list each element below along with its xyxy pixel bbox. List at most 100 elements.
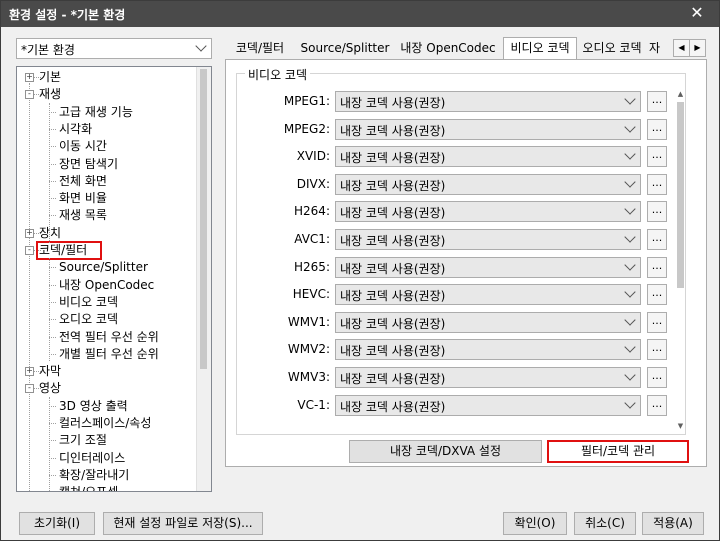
tab-item[interactable]: 비디오 코덱 xyxy=(503,37,577,61)
profile-select[interactable]: *기본 환경 xyxy=(16,38,212,59)
codec-select[interactable]: 내장 코덱 사용(권장) xyxy=(335,284,641,306)
tree-item[interactable]: 비디오 코덱 xyxy=(59,294,118,310)
codec-select-value: 내장 코덱 사용(권장) xyxy=(340,316,446,331)
tab-item[interactable]: 코덱/필터 xyxy=(225,38,295,59)
tree-item[interactable]: 확장/잘라내기 xyxy=(59,467,129,483)
chevron-down-icon xyxy=(624,120,636,133)
tree-item[interactable]: 영상 xyxy=(39,380,61,396)
cancel-button[interactable]: 취소(C) xyxy=(574,512,636,535)
collapse-icon[interactable]: - xyxy=(25,384,34,394)
tree-scrollbar-thumb[interactable] xyxy=(200,69,207,369)
codec-options-button[interactable]: ... xyxy=(647,118,667,140)
tree-item[interactable]: 전역 필터 우선 순위 xyxy=(59,329,159,345)
tree-connector xyxy=(49,267,56,269)
codec-options-button[interactable]: ... xyxy=(647,201,667,223)
tree-item[interactable]: 캡쳐/오프셋 xyxy=(59,484,118,491)
codec-row-label: H264: xyxy=(294,204,330,219)
chevron-down-icon xyxy=(624,148,636,160)
tab-scroll-left-icon[interactable]: ◀ xyxy=(673,39,690,57)
codec-options-button[interactable]: ... xyxy=(647,339,667,361)
scroll-down-icon[interactable]: ▼ xyxy=(674,420,687,432)
codec-options-button[interactable]: ... xyxy=(647,173,667,195)
codec-list-scrollbar-thumb[interactable] xyxy=(677,102,684,288)
tree-item[interactable]: 고급 재생 기능 xyxy=(59,104,133,120)
chevron-down-icon xyxy=(195,40,207,52)
tree-item[interactable]: 오디오 코덱 xyxy=(59,311,118,327)
profile-selected-value: *기본 환경 xyxy=(21,43,75,57)
tree-item[interactable]: 장면 탐색기 xyxy=(59,156,118,172)
tree-item[interactable]: 크기 조절 xyxy=(59,432,107,448)
codec-select[interactable]: 내장 코덱 사용(권장) xyxy=(335,311,641,333)
tree-connector xyxy=(49,474,56,476)
tree-item[interactable]: 디인터레이스 xyxy=(59,450,125,466)
codec-select[interactable]: 내장 코덱 사용(권장) xyxy=(335,367,641,388)
tree-item[interactable]: 시각화 xyxy=(59,121,92,137)
tab-item[interactable]: 내장 OpenCodec xyxy=(395,38,501,59)
tree-connector xyxy=(49,457,56,459)
expand-icon[interactable]: + xyxy=(25,367,34,377)
collapse-icon[interactable]: - xyxy=(25,90,34,100)
codec-select[interactable]: 내장 코덱 사용(권장) xyxy=(335,173,641,195)
tree-item[interactable]: 내장 OpenCodec xyxy=(59,277,154,293)
codec-row-label: AVC1: xyxy=(294,232,330,246)
tree-item[interactable]: 이동 시간 xyxy=(59,138,107,154)
codec-options-button[interactable]: ... xyxy=(647,367,667,388)
scroll-up-icon[interactable]: ▲ xyxy=(674,88,687,100)
tree-item[interactable]: 화면 비율 xyxy=(59,190,107,206)
codec-options-button[interactable]: ... xyxy=(647,91,667,112)
tab-item[interactable]: 오디오 코덱 xyxy=(577,38,647,59)
tree-item[interactable]: 자막 xyxy=(39,363,61,379)
tree-item[interactable]: 재생 목록 xyxy=(59,207,107,223)
codec-select[interactable]: 내장 코덱 사용(권장) xyxy=(335,256,641,278)
codec-options-button[interactable]: ... xyxy=(647,146,667,168)
codec-options-button[interactable]: ... xyxy=(647,229,667,250)
codec-select[interactable]: 내장 코덱 사용(권장) xyxy=(335,394,641,416)
save-preset-button[interactable]: 현재 설정 파일로 저장(S)... xyxy=(103,512,263,535)
codec-list-scrollbar[interactable]: ▲ ▼ xyxy=(674,88,687,432)
tree-item[interactable]: 재생 xyxy=(39,86,61,102)
settings-tree[interactable]: + 기본 - 재생 고급 재생 기능 시각화 이동 시간 장면 탐색기 전체 화면 화면 비율 재생… xyxy=(16,66,212,492)
tree-connector xyxy=(49,301,56,303)
tree-item[interactable]: 3D 영상 출력 xyxy=(59,398,128,414)
chevron-down-icon xyxy=(624,231,636,243)
dxva-settings-button[interactable]: 내장 코덱/DXVA 설정 xyxy=(349,440,542,463)
codec-options-button[interactable]: ... xyxy=(647,311,667,333)
codec-select-value: 내장 코덱 사용(권장) xyxy=(340,123,446,138)
close-icon[interactable]: ✕ xyxy=(675,1,719,27)
window-title: 환경 설정 - *기본 환경 xyxy=(9,8,126,22)
collapse-icon[interactable]: - xyxy=(25,246,34,255)
tree-connector xyxy=(49,103,50,243)
tree-item[interactable]: 컬러스페이스/속성 xyxy=(59,415,151,431)
codec-select[interactable]: 내장 코덱 사용(권장) xyxy=(335,91,641,112)
tree-item[interactable]: 전체 화면 xyxy=(59,173,107,189)
chevron-down-icon xyxy=(624,314,636,326)
video-codec-group: 비디오 코덱 MPEG1: 내장 코덱 사용(권장)... MPEG2: 내장 코덱 … xyxy=(236,66,686,435)
codec-select[interactable]: 내장 코덱 사용(권장) xyxy=(335,229,641,250)
tree-connector xyxy=(49,319,56,321)
tree-item[interactable]: 개별 필터 우선 순위 xyxy=(59,346,159,362)
tree-item[interactable]: 장치 xyxy=(39,225,61,241)
codec-options-button[interactable]: ... xyxy=(647,256,667,278)
tab-item[interactable]: Source/Splitter xyxy=(297,38,393,59)
expand-icon[interactable]: + xyxy=(25,73,34,82)
codec-select-value: 내장 코덱 사용(권장) xyxy=(340,399,446,414)
tab-item[interactable]: 자 xyxy=(649,38,669,59)
apply-button[interactable]: 적용(A) xyxy=(642,512,704,535)
expand-icon[interactable]: + xyxy=(25,228,34,238)
tree-scrollbar[interactable] xyxy=(196,67,211,491)
codec-options-button[interactable]: ... xyxy=(647,284,667,306)
codec-select[interactable]: 내장 코덱 사용(권장) xyxy=(335,146,641,168)
chevron-down-icon xyxy=(624,341,636,354)
title-bar[interactable]: 환경 설정 - *기본 환경 ✕ xyxy=(1,1,719,27)
codec-select[interactable]: 내장 코덱 사용(권장) xyxy=(335,201,641,223)
tree-connector xyxy=(49,180,56,182)
reset-button[interactable]: 초기화(I) xyxy=(19,512,95,535)
ok-button[interactable]: 확인(O) xyxy=(503,512,567,535)
tree-item[interactable]: 기본 xyxy=(39,69,61,85)
codec-select[interactable]: 내장 코덱 사용(권장) xyxy=(335,339,641,361)
codec-options-button[interactable]: ... xyxy=(647,394,667,416)
codec-select[interactable]: 내장 코덱 사용(권장) xyxy=(335,118,641,140)
tab-scroll-right-icon[interactable]: ▶ xyxy=(689,39,706,57)
tree-item[interactable]: Source/Splitter xyxy=(59,259,148,275)
filter-codec-manage-button[interactable]: 필터/코덱 관리 xyxy=(547,440,689,463)
